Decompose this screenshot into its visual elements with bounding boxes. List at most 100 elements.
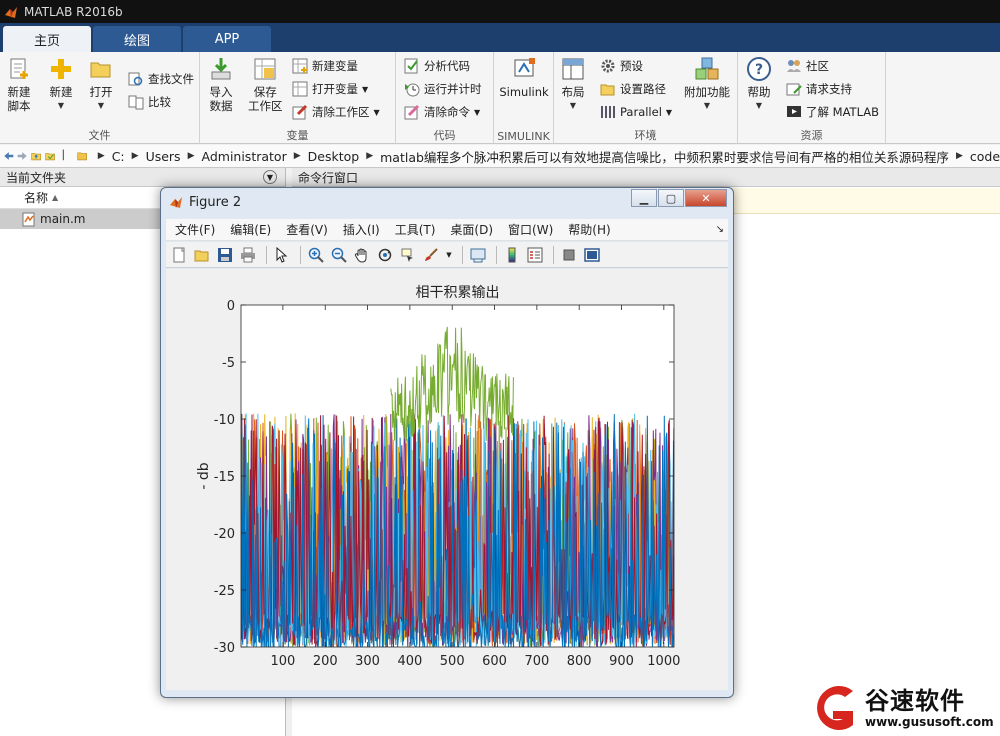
- figure-title-bar[interactable]: Figure 2 ▁ ▢ ✕: [161, 188, 733, 216]
- open-file-icon[interactable]: [192, 245, 212, 265]
- coherent-integration-chart[interactable]: 0 -5 -10 -15 -20 -25 -30 100 200 300 400 500 600 700 8…: [166, 269, 728, 690]
- menu-tools[interactable]: 工具(T): [395, 221, 436, 238]
- chevron-down-icon: ▼: [373, 107, 380, 117]
- hide-plot-tools-icon[interactable]: [559, 245, 579, 265]
- ribbon-group-code: 分析代码 运行并计时 清除命令 ▼ 代码: [396, 52, 494, 144]
- brush-dropdown-icon[interactable]: ▼: [444, 245, 454, 265]
- y-axis-label: - db: [196, 462, 212, 489]
- sort-ascending-icon: ▲: [52, 193, 59, 202]
- pan-hand-icon[interactable]: [352, 245, 372, 265]
- breadcrumb-code[interactable]: code: [970, 149, 1000, 164]
- save-icon[interactable]: [215, 245, 235, 265]
- learn-matlab-button[interactable]: 了解 MATLAB: [786, 102, 879, 122]
- matlab-logo-icon: [170, 197, 182, 208]
- import-data-button[interactable]: 导入 数据: [208, 56, 234, 113]
- request-support-button[interactable]: 请求支持: [786, 79, 852, 99]
- minimize-button[interactable]: ▁: [631, 189, 657, 207]
- help-question-icon: ?: [747, 57, 771, 81]
- svg-text:?: ?: [755, 62, 763, 78]
- select-arrow-icon[interactable]: [272, 245, 292, 265]
- help-button[interactable]: ? 帮助 ▼: [746, 56, 772, 113]
- ribbon-group-simulink: Simulink SIMULINK: [494, 52, 554, 144]
- community-people-icon: [787, 60, 801, 72]
- breadcrumb-c[interactable]: C:: [112, 149, 125, 164]
- simulink-button[interactable]: Simulink: [496, 56, 552, 99]
- open-button[interactable]: 打开 ▼: [88, 56, 114, 113]
- print-icon[interactable]: [238, 245, 258, 265]
- menu-window[interactable]: 窗口(W): [508, 221, 553, 238]
- watermark: 谷速软件 www.gususoft.com: [805, 679, 1000, 736]
- menu-insert[interactable]: 插入(I): [343, 221, 380, 238]
- addons-button[interactable]: 附加功能 ▼: [682, 56, 732, 113]
- new-button[interactable]: 新建 ▼: [48, 56, 74, 113]
- ribbon-group-resources: ? 帮助 ▼ 社区 请求支持 了解 MATLAB 资源: [738, 52, 886, 144]
- panel-menu-icon[interactable]: ▼: [263, 170, 277, 184]
- x-tick-label: 200: [313, 654, 338, 669]
- y-tick-label: -25: [214, 584, 235, 599]
- y-tick-label: -10: [214, 413, 235, 428]
- data-cursor-icon[interactable]: [398, 245, 418, 265]
- breadcrumb-users[interactable]: Users: [146, 149, 181, 164]
- maximize-button[interactable]: ▢: [658, 189, 684, 207]
- find-files-button[interactable]: 查找文件: [128, 69, 194, 89]
- crumb-arrow-icon: ▶: [131, 151, 139, 161]
- save-workspace-button[interactable]: 保存 工作区: [248, 56, 283, 113]
- y-tick-label: -20: [214, 527, 235, 542]
- parallel-button[interactable]: Parallel ▼: [600, 102, 672, 122]
- breadcrumb-desktop[interactable]: Desktop: [308, 149, 360, 164]
- menu-help[interactable]: 帮助(H): [568, 221, 610, 238]
- brush-icon[interactable]: [421, 245, 441, 265]
- chevron-down-icon: ▼: [57, 101, 65, 110]
- clear-workspace-button[interactable]: 清除工作区 ▼: [292, 102, 380, 122]
- menu-file[interactable]: 文件(F): [175, 221, 215, 238]
- tab-apps[interactable]: APP: [183, 26, 271, 52]
- breadcrumb-project-folder[interactable]: matlab编程多个脉冲积累后可以有效地提高信噪比，中频积累时要求信号间有严格的…: [380, 147, 949, 166]
- link-plot-icon[interactable]: [468, 245, 488, 265]
- chevron-down-icon: ▼: [569, 101, 577, 110]
- new-variable-button[interactable]: 新建变量: [292, 56, 358, 76]
- breadcrumb-administrator[interactable]: Administrator: [202, 149, 287, 164]
- legend-icon[interactable]: [525, 245, 545, 265]
- import-data-icon: [211, 58, 231, 80]
- new-figure-icon[interactable]: [169, 245, 189, 265]
- tab-plots[interactable]: 绘图: [93, 26, 181, 52]
- back-arrow-icon[interactable]: [3, 148, 14, 164]
- figure-window: Figure 2 ▁ ▢ ✕ 文件(F) 编辑(E) 查看(V) 插入(I) 工…: [160, 187, 734, 698]
- group-label-code: 代码: [433, 129, 456, 142]
- browse-folder-icon[interactable]: [45, 148, 56, 164]
- new-script-icon: [10, 58, 28, 79]
- open-variable-button[interactable]: 打开变量 ▼: [292, 79, 368, 99]
- run-and-time-button[interactable]: 运行并计时: [404, 79, 482, 99]
- zoom-in-icon[interactable]: [306, 245, 326, 265]
- close-button[interactable]: ✕: [685, 189, 727, 207]
- menu-edit[interactable]: 编辑(E): [230, 221, 271, 238]
- colorbar-icon[interactable]: [502, 245, 522, 265]
- folder-icon: [77, 152, 87, 161]
- title-bar: MATLAB R2016b: [0, 0, 1000, 23]
- menu-dock-arrow-icon[interactable]: ↘: [716, 224, 724, 235]
- analyze-code-icon: [404, 58, 418, 74]
- show-plot-tools-icon[interactable]: [582, 245, 602, 265]
- set-path-button[interactable]: 设置路径: [600, 79, 666, 99]
- menu-view[interactable]: 查看(V): [286, 221, 328, 238]
- ribbon-group-environment: 布局 ▼ 预设 设置路径 Parallel ▼ 附加功能 ▼ 环境: [554, 52, 738, 144]
- file-name: main.m: [40, 212, 86, 226]
- zoom-out-icon[interactable]: [329, 245, 349, 265]
- m-file-icon: [22, 212, 35, 226]
- layout-button[interactable]: 布局 ▼: [560, 56, 586, 113]
- group-label-resources: 资源: [800, 129, 823, 142]
- up-folder-icon[interactable]: [31, 148, 42, 164]
- simulink-icon: [514, 58, 535, 77]
- community-button[interactable]: 社区: [786, 56, 829, 76]
- menu-desktop[interactable]: 桌面(D): [450, 221, 493, 238]
- clear-commands-button[interactable]: 清除命令 ▼: [404, 102, 480, 122]
- forward-arrow-icon[interactable]: [17, 148, 28, 164]
- preferences-button[interactable]: 预设: [600, 56, 643, 76]
- compare-button[interactable]: 比较: [128, 92, 171, 112]
- new-script-button[interactable]: 新建 脚本: [6, 56, 32, 113]
- analyze-code-button[interactable]: 分析代码: [404, 56, 470, 76]
- watermark-url: www.gususoft.com: [865, 714, 994, 729]
- tab-home[interactable]: 主页: [3, 26, 91, 52]
- rotate-3d-icon[interactable]: [375, 245, 395, 265]
- chevron-down-icon: ▼: [97, 101, 105, 110]
